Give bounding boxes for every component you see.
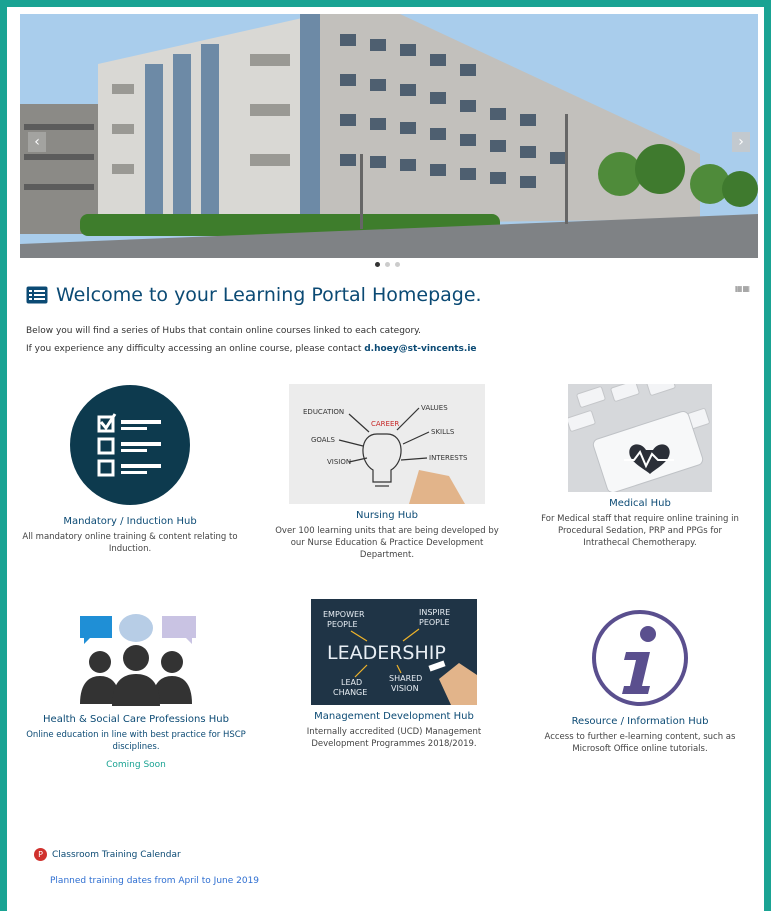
hub-hscp-desc: Online education in line with best pract… bbox=[26, 730, 246, 752]
chevron-right-icon: › bbox=[738, 134, 744, 150]
hub-mandatory-desc: All mandatory online training & content … bbox=[22, 532, 238, 554]
hub-resource-desc: Access to further e-learning content, su… bbox=[544, 732, 736, 754]
welcome-header: Welcome to your Learning Portal Homepage… bbox=[26, 284, 482, 306]
word-leadership: LEADERSHIP bbox=[327, 642, 446, 664]
hub-management-desc: Internally accredited (UCD) Management D… bbox=[306, 727, 482, 749]
hub-hscp-coming-soon: Coming Soon bbox=[106, 760, 166, 770]
word-people-1: PEOPLE bbox=[327, 620, 358, 629]
chevron-left-icon: ‹ bbox=[34, 134, 40, 150]
hospital-building-image bbox=[20, 14, 758, 258]
word-vision: VISION bbox=[327, 458, 351, 466]
hub-hscp[interactable]: Health & Social Care Professions Hub Onl… bbox=[20, 612, 252, 770]
main-content: ‹ › Welcome to your Learning Portal Home… bbox=[20, 14, 758, 886]
word-lead: LEAD bbox=[341, 678, 362, 687]
contact-email-link[interactable]: d.hoey@st-vincents.ie bbox=[364, 344, 476, 354]
carousel-prev-button[interactable]: ‹ bbox=[28, 132, 46, 152]
intro-line-2: If you experience any difficulty accessi… bbox=[26, 340, 477, 358]
word-education: EDUCATION bbox=[303, 408, 344, 416]
carousel-dot-1[interactable] bbox=[375, 262, 380, 267]
hub-management-title[interactable]: Management Development Hub bbox=[282, 711, 506, 722]
intro-line-1: Below you will find a series of Hubs tha… bbox=[26, 326, 422, 336]
calendar-label[interactable]: Classroom Training Calendar bbox=[52, 850, 181, 860]
word-inspire: INSPIRE bbox=[419, 608, 450, 617]
hub-hscp-title[interactable]: Health & Social Care Professions Hub bbox=[20, 714, 252, 725]
hub-resource-title[interactable]: Resource / Information Hub bbox=[538, 716, 742, 727]
word-change: CHANGE bbox=[333, 688, 367, 697]
word-shared: SHARED bbox=[389, 674, 422, 683]
word-goals: GOALS bbox=[311, 436, 335, 444]
hub-mandatory[interactable]: Mandatory / Induction Hub All mandatory … bbox=[20, 384, 240, 555]
word-vision-2: VISION bbox=[391, 684, 419, 693]
word-career: CAREER bbox=[371, 420, 399, 428]
calendar-sub-link[interactable]: Planned training dates from April to Jun… bbox=[50, 876, 259, 886]
word-empower: EMPOWER bbox=[323, 610, 365, 619]
word-interests: INTERESTS bbox=[429, 454, 468, 462]
classroom-calendar-link[interactable]: P Classroom Training Calendar bbox=[34, 848, 181, 861]
hub-medical[interactable]: Medical Hub For Medical staff that requi… bbox=[536, 384, 744, 549]
list-icon bbox=[26, 286, 48, 304]
group-people-icon bbox=[80, 614, 196, 706]
hub-nursing[interactable]: EDUCATION VALUES CAREER GOALS SKILLS VIS… bbox=[272, 384, 502, 561]
medical-keyboard-image bbox=[568, 384, 712, 492]
carousel-next-button[interactable]: › bbox=[732, 132, 750, 152]
nursing-career-image: EDUCATION VALUES CAREER GOALS SKILLS VIS… bbox=[289, 384, 485, 504]
intro-line-2-text: If you experience any difficulty accessi… bbox=[26, 344, 365, 354]
hub-resource[interactable]: Resource / Information Hub Access to fur… bbox=[538, 606, 742, 755]
page-title: Welcome to your Learning Portal Homepage… bbox=[56, 284, 482, 306]
carousel-dot-2[interactable] bbox=[385, 262, 390, 267]
leadership-chalkboard-image: EMPOWER PEOPLE INSPIRE PEOPLE LEADERSHIP… bbox=[311, 599, 477, 705]
grid-view-icon[interactable]: ▦▦ bbox=[735, 284, 750, 293]
hub-medical-title[interactable]: Medical Hub bbox=[536, 498, 744, 509]
word-people-2: PEOPLE bbox=[419, 618, 450, 627]
calendar-icon: P bbox=[34, 848, 47, 861]
hub-nursing-desc: Over 100 learning units that are being d… bbox=[275, 526, 499, 560]
hub-mandatory-title[interactable]: Mandatory / Induction Hub bbox=[20, 516, 240, 527]
checklist-icon bbox=[70, 385, 190, 505]
intro-text: Below you will find a series of Hubs tha… bbox=[26, 322, 477, 358]
hub-nursing-title[interactable]: Nursing Hub bbox=[272, 510, 502, 521]
carousel-indicators bbox=[375, 262, 400, 267]
hub-management[interactable]: EMPOWER PEOPLE INSPIRE PEOPLE LEADERSHIP… bbox=[282, 599, 506, 750]
word-skills: SKILLS bbox=[431, 428, 455, 436]
word-values: VALUES bbox=[421, 404, 448, 412]
hero-carousel[interactable]: ‹ › bbox=[20, 14, 758, 258]
info-icon bbox=[592, 610, 688, 706]
carousel-dot-3[interactable] bbox=[395, 262, 400, 267]
hub-medical-desc: For Medical staff that require online tr… bbox=[541, 514, 739, 548]
